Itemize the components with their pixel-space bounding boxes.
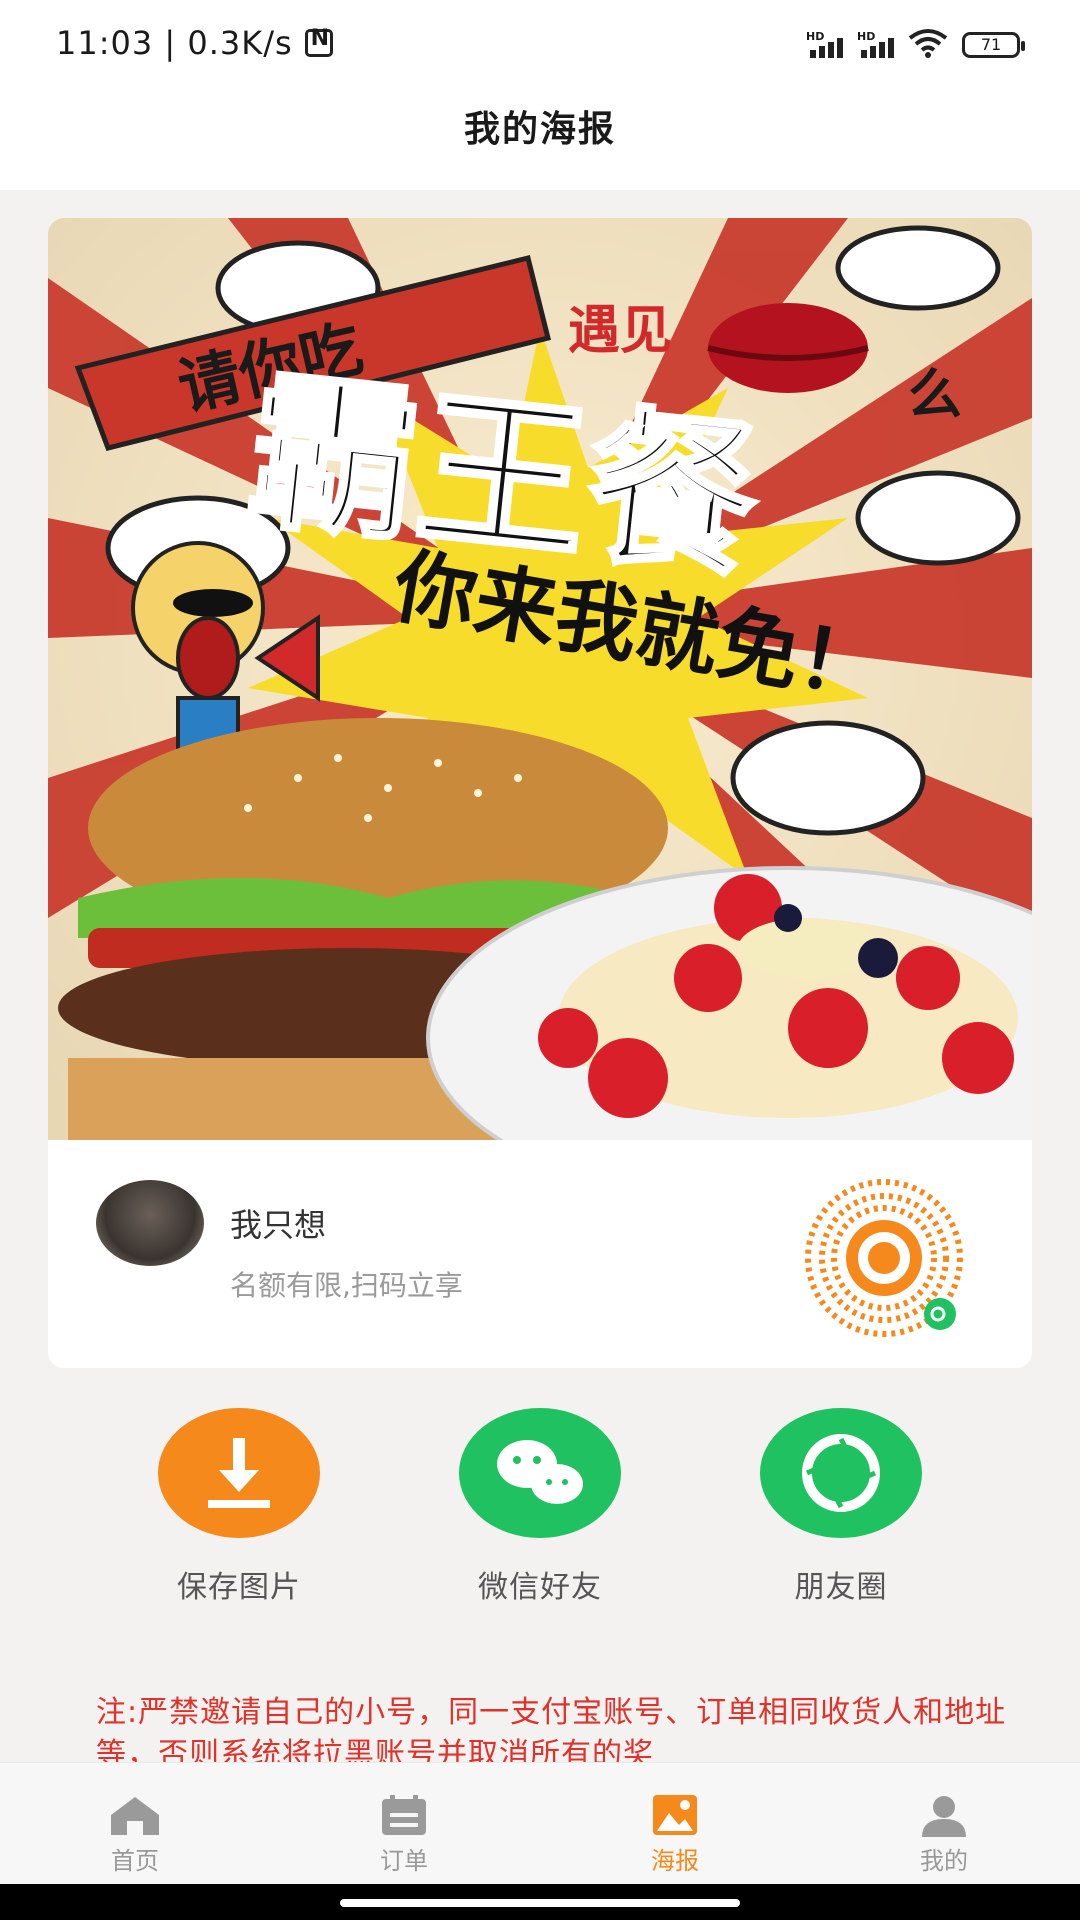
poster-tagline-suffix: 么 [908,363,962,426]
poster-subtitle: 名额有限,扫码立享 [230,1269,463,1302]
tab-mine[interactable]: 我的 [884,1793,1004,1876]
page-header: 我的海报 [0,90,1080,190]
mini-program-qr-icon[interactable] [796,1178,972,1354]
avatar [96,1180,204,1266]
nfc-icon [304,26,333,57]
poster-tagline-top: 遇见 [568,301,672,361]
tab-mine-label: 我的 [920,1847,968,1875]
battery-icon: 71 [962,32,1025,58]
orders-icon [382,1795,426,1835]
username: 我只想 [230,1206,327,1244]
tab-poster-label: 海报 [651,1847,699,1875]
status-left: 11:03 | 0.3K/s [56,24,333,62]
tab-orders[interactable]: 订单 [344,1793,464,1876]
tab-poster[interactable]: 海报 [615,1793,735,1876]
moments-label: 朋友圈 [794,1570,888,1605]
page-title: 我的海报 [463,109,616,150]
wifi-icon [908,29,948,58]
poster-icon [653,1795,697,1835]
poster-image: 请你吃 遇见 么 霸王餐 你来我就免！ [48,218,1032,1140]
home-icon [111,1797,159,1835]
battery-level: 71 [980,35,1002,54]
hd-label-2: HD [857,30,876,43]
save-image-button[interactable]: 保存图片 [139,1408,339,1606]
wechat-friend-button[interactable]: 微信好友 [440,1408,640,1606]
signal-icon: HD [806,30,843,58]
signal-icon-2: HD [857,30,894,58]
download-icon [158,1408,320,1538]
home-indicator[interactable] [340,1899,740,1907]
moments-icon [760,1408,922,1538]
notice-text: 注:严禁邀请自己的小号，同一支付宝账号、订单相同收货人和地址等，否则系统将拉黑账… [96,1695,1007,1762]
status-bar: 11:03 | 0.3K/s HD HD 71 [0,0,1080,90]
user-icon [922,1796,966,1837]
moments-button[interactable]: 朋友圈 [741,1408,941,1606]
bottom-nav: 首页 订单 海报 我的 [0,1762,1080,1885]
save-image-label: 保存图片 [177,1570,301,1605]
wechat-friend-label: 微信好友 [478,1570,602,1605]
poster-footer: 我只想 名额有限,扫码立享 [48,1140,1032,1368]
status-right: HD HD 71 [806,28,1025,58]
tab-home-label: 首页 [111,1847,159,1875]
tab-home[interactable]: 首页 [75,1793,195,1876]
wechat-icon [459,1408,621,1538]
poster-card: 请你吃 遇见 么 霸王餐 你来我就免！ 我只想 名额有限,扫码立享 [48,218,1032,1368]
tab-orders-label: 订单 [380,1847,428,1875]
status-time: 11:03 | 0.3K/s [56,24,293,62]
hd-label: HD [806,30,825,43]
